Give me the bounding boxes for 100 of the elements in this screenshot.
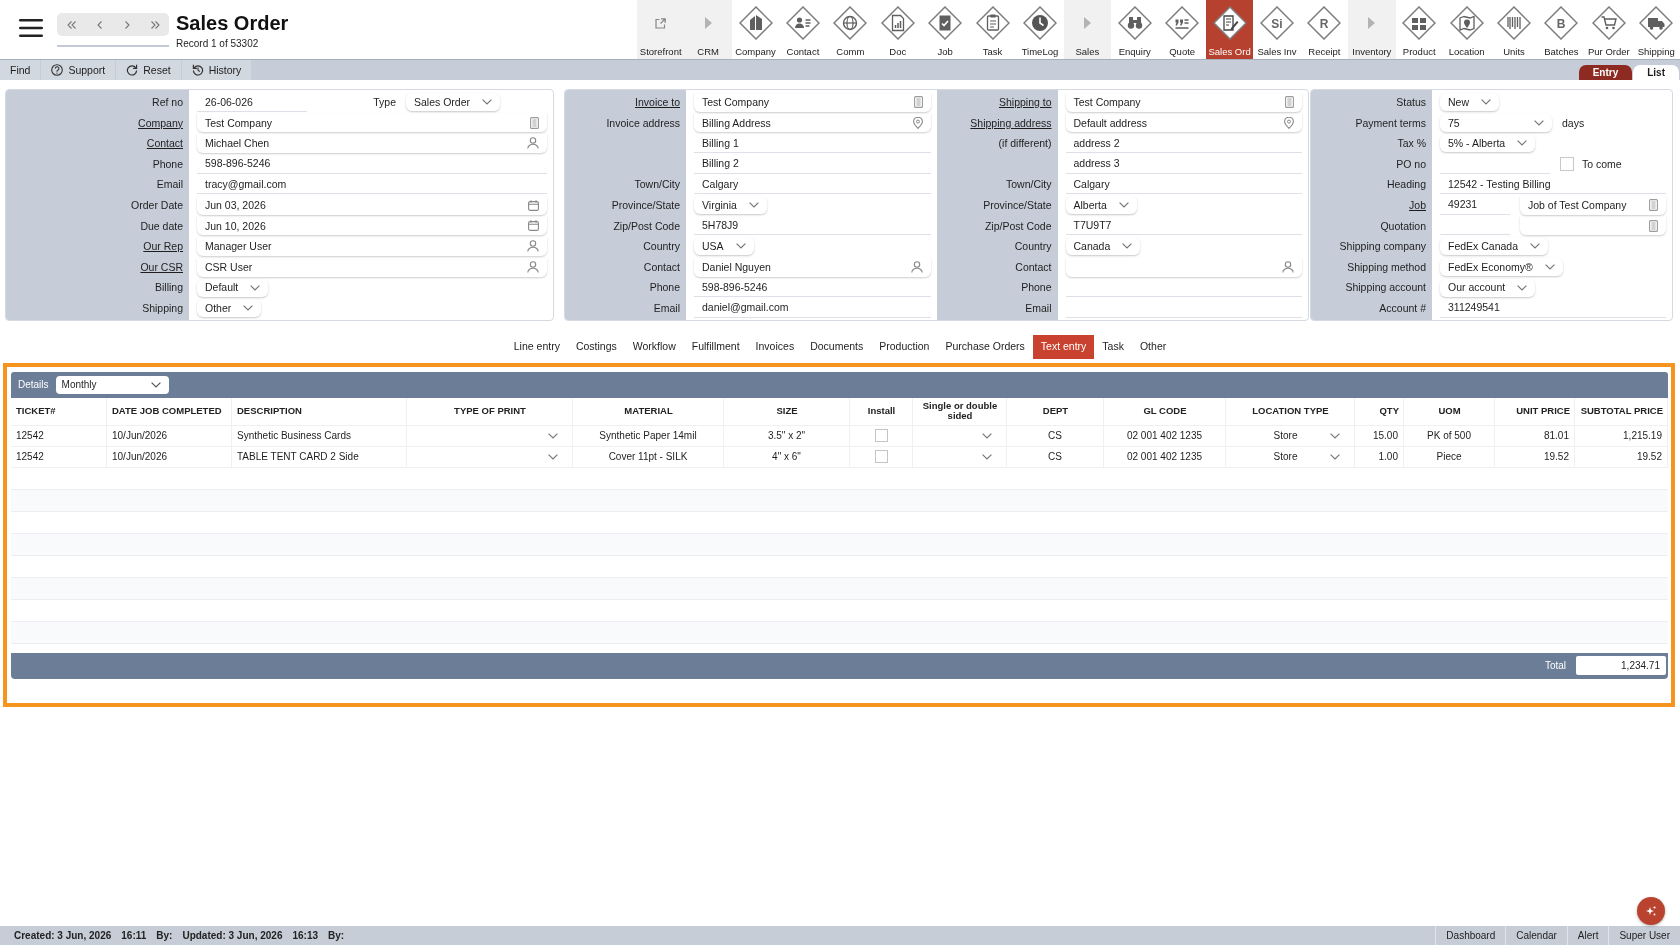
tab[interactable]: Other <box>1131 334 1175 359</box>
text-field[interactable]: Billing 2 <box>694 154 931 174</box>
table-cell: Cover 11pt - SILK <box>573 446 724 467</box>
text-field[interactable]: address 2 <box>1065 134 1302 153</box>
dropdown[interactable]: Virginia <box>694 196 767 215</box>
text-field[interactable]: 12542 - Testing Billing <box>1440 175 1666 195</box>
text-field[interactable]: Billing 1 <box>694 134 931 153</box>
dropdown[interactable]: 5% - Alberta <box>1440 134 1536 153</box>
text-field[interactable]: 5H78J9 <box>694 216 931 236</box>
person-icon <box>910 261 923 274</box>
tab[interactable]: Costings <box>567 334 625 359</box>
dropdown[interactable]: Other <box>197 299 262 318</box>
vertical-bars-icon <box>1497 6 1531 40</box>
status-link[interactable]: Calendar <box>1505 926 1567 945</box>
dropdown[interactable]: Store <box>1226 425 1355 446</box>
checkbox[interactable] <box>874 450 888 464</box>
dropdown[interactable]: Canada <box>1065 237 1141 256</box>
text-field[interactable]: daniel@gmail.com <box>694 298 931 318</box>
tab[interactable]: Invoices <box>747 334 803 359</box>
address-field[interactable]: Default address <box>1065 113 1302 133</box>
view-tab[interactable]: Entry <box>1578 65 1633 80</box>
tab[interactable]: Documents <box>802 334 872 359</box>
dropdown[interactable]: 75 <box>1440 113 1552 132</box>
status-link[interactable]: Alert <box>1566 926 1609 945</box>
tab[interactable]: Fulfillment <box>683 334 748 359</box>
field-link[interactable]: Shipping address <box>970 116 1052 130</box>
last-record-button[interactable] <box>141 13 169 36</box>
dropdown[interactable]: FedEx Canada <box>1440 237 1549 256</box>
total-label: Total <box>1544 659 1566 672</box>
section-button[interactable]: CRM <box>684 0 732 59</box>
lookup-field[interactable]: Job of Test Company <box>1520 195 1666 215</box>
menu-icon[interactable] <box>19 19 43 37</box>
dropdown[interactable]: Alberta <box>1065 196 1137 215</box>
lookup-field[interactable]: Test Company <box>694 92 931 112</box>
person-field[interactable]: Manager User <box>197 236 547 256</box>
dropdown[interactable]: Our account <box>1440 278 1536 297</box>
status-link[interactable]: Super User <box>1608 926 1680 945</box>
reset-button[interactable]: Reset <box>116 60 181 80</box>
text-field[interactable]: 598-896-5246 <box>694 278 931 298</box>
total-field[interactable]: 1,234.71 <box>1576 656 1666 676</box>
cart-icon <box>1591 6 1626 40</box>
history-button[interactable]: History <box>181 60 252 80</box>
person-field[interactable]: CSR User <box>197 257 547 277</box>
checkbox[interactable] <box>874 429 888 443</box>
tab[interactable]: Text entry <box>1032 334 1095 359</box>
document-icon <box>1649 219 1658 232</box>
lookup-field[interactable]: Test Company <box>1065 92 1302 112</box>
dropdown[interactable]: FedEx Economy® <box>1440 258 1563 277</box>
field-label: Email <box>653 301 680 315</box>
text-field[interactable]: T7U9T7 <box>1065 216 1302 236</box>
dropdown[interactable]: USA <box>694 237 754 256</box>
field-link[interactable]: Our Rep <box>143 240 183 253</box>
tab[interactable]: Workflow <box>624 334 684 359</box>
tab[interactable]: Production <box>871 334 938 359</box>
text-field[interactable]: 49231 <box>1440 195 1510 215</box>
field-label: Billing <box>155 281 183 294</box>
view-tab[interactable]: List <box>1633 65 1679 80</box>
field-link[interactable]: Contact <box>146 137 183 150</box>
tab[interactable]: Task <box>1094 334 1132 359</box>
text-field[interactable]: 598-896-5246 <box>197 154 547 174</box>
field-link[interactable]: Job <box>1409 198 1426 212</box>
find-button[interactable]: Find <box>0 60 41 80</box>
section-button[interactable]: Inventory <box>1348 0 1396 59</box>
tab[interactable]: Purchase Orders <box>937 334 1033 359</box>
assistant-button[interactable] <box>1637 897 1665 925</box>
tab[interactable]: Line entry <box>505 334 568 359</box>
map-pin-icon <box>912 116 923 129</box>
lookup-field[interactable]: Test Company <box>197 113 547 133</box>
status-link[interactable]: Dashboard <box>1435 926 1506 945</box>
chevron-down-icon <box>735 243 746 250</box>
contact-card-icon <box>785 6 820 40</box>
period-dropdown[interactable]: Monthly <box>55 375 169 394</box>
field-link[interactable]: Invoice to <box>635 96 680 109</box>
section-button[interactable]: Sales <box>1063 0 1112 59</box>
text-field[interactable]: Calgary <box>694 175 931 195</box>
help-icon <box>51 64 64 76</box>
text-field[interactable]: 311249541 <box>1440 298 1666 318</box>
date-field[interactable]: Jun 10, 2026 <box>197 216 547 236</box>
person-field[interactable]: Michael Chen <box>197 134 547 153</box>
status-text: Updated: 3 Jun, 2026 <box>182 929 283 942</box>
person-field[interactable]: Daniel Nguyen <box>694 257 931 277</box>
text-field[interactable]: 26-06-026 <box>197 92 307 112</box>
field-link[interactable]: Our CSR <box>140 260 183 274</box>
first-record-button[interactable] <box>57 13 85 36</box>
address-field[interactable]: Billing Address <box>694 113 931 133</box>
text-field[interactable]: address 3 <box>1065 154 1302 174</box>
date-field[interactable]: Jun 03, 2026 <box>197 195 547 215</box>
field-link[interactable]: Shipping to <box>998 96 1052 109</box>
support-button[interactable]: Support <box>41 60 116 80</box>
dropdown[interactable]: Store <box>1226 446 1355 467</box>
module-button[interactable]: Sales Ord <box>1205 0 1254 59</box>
field-link[interactable]: Company <box>138 116 183 130</box>
text-field[interactable]: tracy@gmail.com <box>197 175 547 195</box>
dropdown[interactable]: Sales Order <box>406 93 501 112</box>
table-cell: 15.00 <box>1355 425 1404 446</box>
checkbox[interactable] <box>1560 157 1574 172</box>
dropdown[interactable]: New <box>1440 93 1499 112</box>
dropdown[interactable]: Default <box>197 278 269 297</box>
section-button[interactable]: Storefront <box>637 0 685 59</box>
text-field[interactable]: Calgary <box>1065 175 1302 195</box>
